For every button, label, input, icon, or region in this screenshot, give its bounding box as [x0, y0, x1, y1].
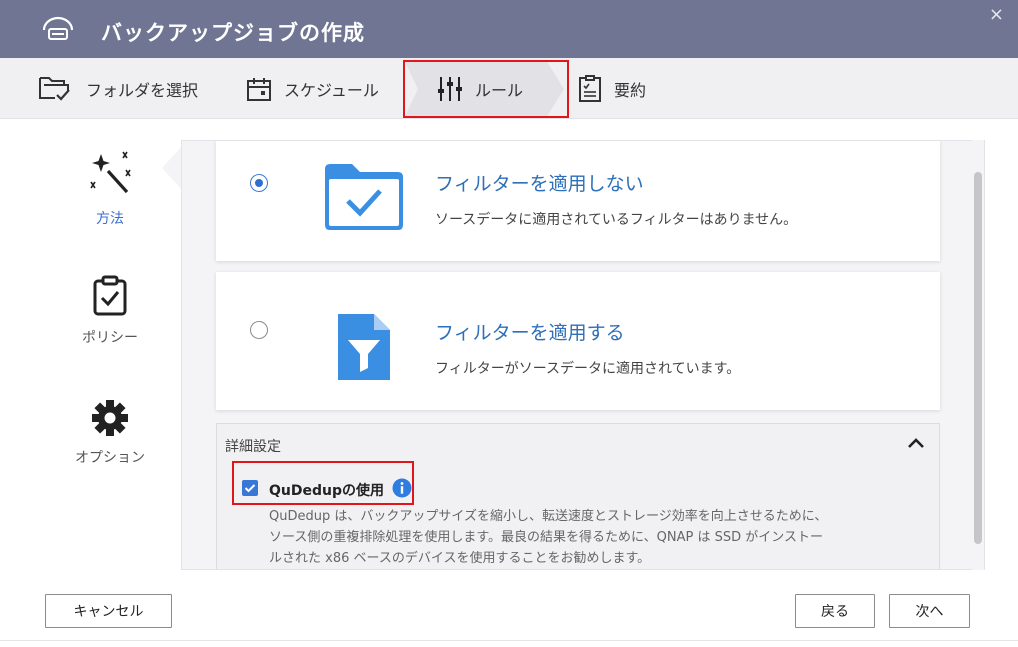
step-label: 要約 — [614, 80, 647, 100]
calendar-icon — [247, 77, 271, 101]
nav-policy[interactable]: ポリシー — [50, 275, 170, 347]
step-label: フォルダを選択 — [86, 80, 199, 100]
gear-icon — [92, 400, 128, 436]
nav-label: ポリシー — [82, 330, 138, 346]
scrollbar-thumb[interactable] — [974, 172, 982, 544]
cancel-button[interactable]: キャンセル — [45, 594, 172, 628]
description-line: QuDedup は、バックアップサイズを縮小し、転送速度とストレージ効率を向上さ… — [269, 509, 828, 524]
option-card-apply-filter[interactable]: フィルターを適用する フィルターがソースデータに適用されています。 — [216, 272, 940, 410]
title-bar: バックアップジョブの作成 × — [0, 0, 1018, 58]
radio-no-filter[interactable] — [250, 174, 268, 192]
panel-pointer — [162, 146, 182, 190]
file-filter-icon — [338, 314, 390, 380]
advanced-settings-title: 詳細設定 — [225, 439, 281, 455]
next-button[interactable]: 次へ — [889, 594, 970, 628]
step-schedule[interactable]: スケジュール — [246, 58, 379, 119]
nav-method[interactable]: 方法 — [50, 150, 170, 228]
clipboard-check-icon — [93, 275, 127, 316]
window-title: バックアップジョブの作成 — [101, 21, 365, 45]
close-icon[interactable]: × — [989, 6, 1004, 24]
option-description: ソースデータに適用されているフィルターはありません。 — [435, 212, 798, 228]
step-select-folder[interactable]: フォルダを選択 — [38, 58, 198, 119]
backup-drive-icon — [42, 16, 74, 40]
clipboard-list-icon — [579, 74, 601, 102]
nav-options[interactable]: オプション — [50, 399, 170, 467]
step-summary[interactable]: 要約 — [578, 58, 646, 119]
info-icon[interactable] — [392, 478, 412, 498]
qudedup-description: QuDedup は、バックアップサイズを縮小し、転送速度とストレージ効率を向上さ… — [269, 506, 909, 569]
footer-divider — [0, 640, 1018, 641]
back-button[interactable]: 戻る — [795, 594, 875, 628]
folder-check-icon — [325, 164, 403, 230]
nav-label: 方法 — [96, 211, 124, 227]
qudedup-label[interactable]: QuDedupの使用 — [269, 480, 384, 500]
wizard-steps: フォルダを選択 スケジュール ルール 要約 — [0, 58, 1018, 119]
option-title: フィルターを適用する — [435, 322, 625, 344]
magic-wand-icon — [90, 151, 131, 194]
radio-apply-filter[interactable] — [250, 321, 268, 339]
method-panel: フィルターを適用しない ソースデータに適用されているフィルターはありません。 フ… — [181, 140, 985, 570]
advanced-settings: 詳細設定 QuDedupの使用 QuDedup は、バックアップサイズを縮小し、… — [216, 423, 940, 569]
folder-check-icon — [39, 76, 70, 101]
chevron-up-icon[interactable] — [907, 436, 925, 450]
description-line: ルされた x86 ベースのデバイスを使用することをお勧めします。 — [269, 551, 651, 566]
checkmark-icon — [244, 484, 256, 493]
option-title: フィルターを適用しない — [435, 173, 644, 195]
nav-label: オプション — [75, 450, 145, 466]
option-description: フィルターがソースデータに適用されています。 — [435, 361, 741, 377]
step-label: スケジュール — [284, 80, 379, 100]
description-line: ソース側の重複排除処理を使用します。最良の結果を得るために、QNAP は SSD… — [269, 530, 824, 545]
active-step-highlight — [403, 60, 569, 118]
option-card-no-filter[interactable]: フィルターを適用しない ソースデータに適用されているフィルターはありません。 — [216, 141, 940, 261]
qudedup-checkbox[interactable] — [242, 480, 258, 496]
